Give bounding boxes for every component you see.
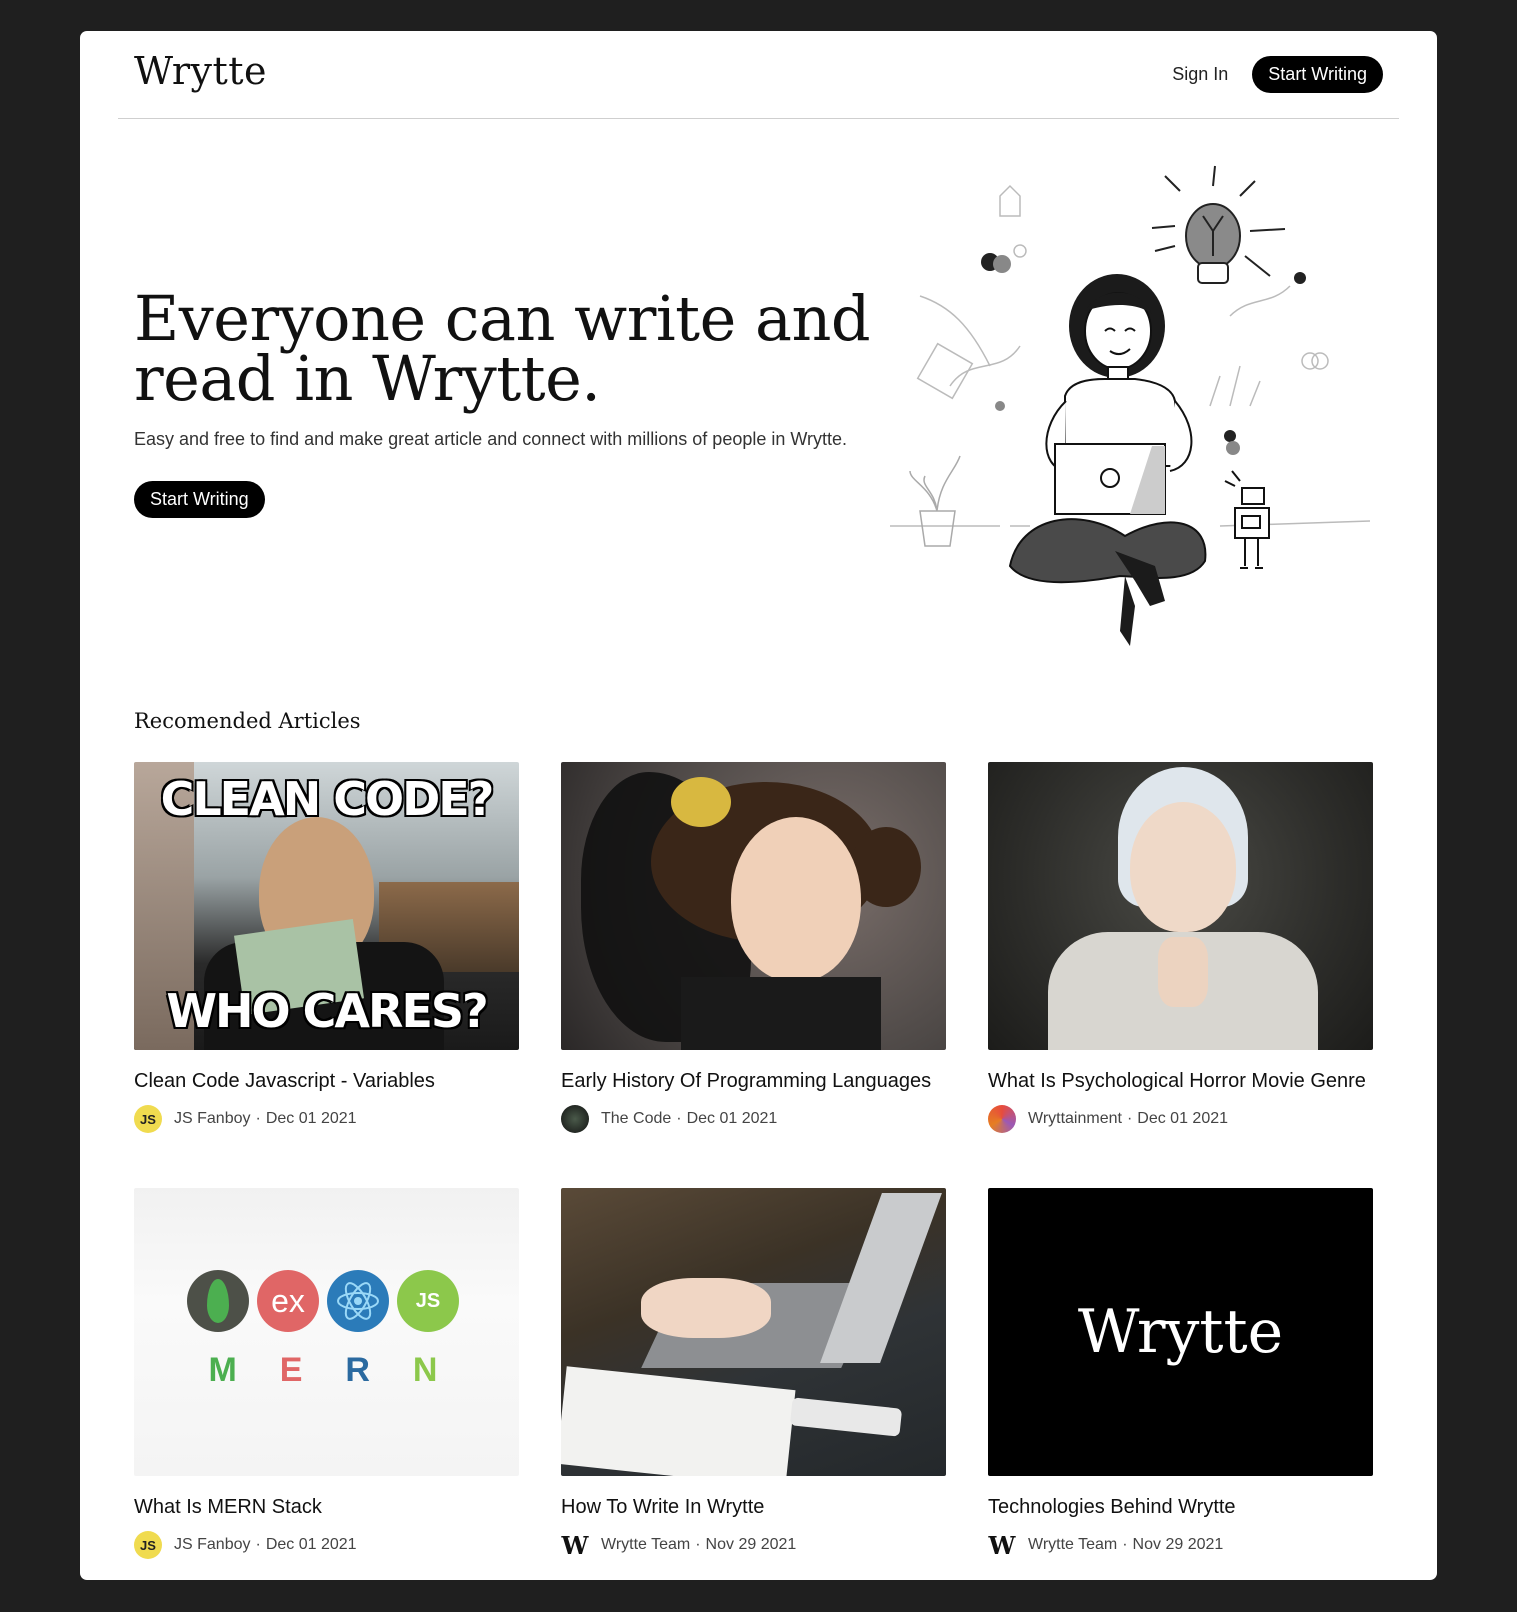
article-title[interactable]: What Is Psychological Horror Movie Genre <box>988 1070 1373 1093</box>
logo[interactable]: Wrytte <box>134 49 267 93</box>
article-date: Nov 29 2021 <box>1132 1536 1224 1553</box>
meta-separator: · <box>1122 1536 1128 1553</box>
mern-m: M <box>208 1351 237 1389</box>
article-date: Dec 01 2021 <box>265 1110 357 1127</box>
react-icon <box>327 1270 389 1332</box>
meta-separator: · <box>255 1110 261 1127</box>
header-start-writing-button[interactable]: Start Writing <box>1252 56 1383 93</box>
article-title[interactable]: Technologies Behind Wrytte <box>988 1496 1373 1519</box>
meme-text-top: CLEAN CODE? <box>160 772 495 826</box>
meta-separator: · <box>255 1536 261 1553</box>
author-avatar: JS <box>134 1105 162 1133</box>
top-header: Wrytte Sign In Start Writing <box>118 31 1399 119</box>
article-card[interactable]: How To Write In Wrytte W Wrytte Team · N… <box>561 1188 946 1560</box>
article-meta: The Code · Dec 01 2021 <box>561 1105 946 1133</box>
article-title[interactable]: What Is MERN Stack <box>134 1496 519 1519</box>
article-thumbnail[interactable] <box>561 1188 946 1476</box>
article-thumbnail[interactable]: ex JS M E R N <box>134 1188 519 1476</box>
author-avatar: W <box>561 1530 589 1560</box>
article-date: Dec 01 2021 <box>265 1536 357 1553</box>
mern-n: N <box>412 1351 438 1389</box>
plant-icon <box>909 455 961 547</box>
article-card[interactable]: ex JS M E R N What Is MERN Stack JS JS F… <box>134 1188 519 1559</box>
article-meta: JS JS Fanboy · Dec 01 2021 <box>134 1531 519 1559</box>
author-name[interactable]: The Code <box>601 1110 671 1128</box>
article-card[interactable]: What Is Psychological Horror Movie Genre… <box>988 762 1373 1133</box>
article-title[interactable]: How To Write In Wrytte <box>561 1496 946 1519</box>
sign-in-link[interactable]: Sign In <box>1172 64 1228 85</box>
author-avatar: JS <box>134 1531 162 1559</box>
article-thumbnail[interactable]: CLEAN CODE? WHO CARES? <box>134 762 519 1050</box>
article-meta: Wryttainment · Dec 01 2021 <box>988 1105 1373 1133</box>
author-avatar: W <box>988 1530 1016 1560</box>
mern-e: E <box>279 1351 303 1389</box>
express-icon: ex <box>257 1270 319 1332</box>
hero-title: Everyone can write and read in Wrytte. <box>134 282 894 415</box>
article-date: Dec 01 2021 <box>1137 1110 1229 1127</box>
meta-separator: · <box>695 1536 701 1553</box>
hero-title-line-1: Everyone can write and <box>134 282 871 355</box>
author-name[interactable]: Wrytte Team <box>601 1536 690 1554</box>
article-thumbnail[interactable] <box>988 762 1373 1050</box>
article-meta: JS JS Fanboy · Dec 01 2021 <box>134 1105 519 1133</box>
author-name[interactable]: Wryttainment <box>1028 1110 1122 1128</box>
section-title: Recomended Articles <box>134 709 361 733</box>
lightbulb-icon <box>1151 165 1286 284</box>
meta-separator: · <box>676 1110 682 1127</box>
meta-separator: · <box>1126 1110 1133 1127</box>
mern-letters: M E R N <box>187 1351 459 1390</box>
article-meta: W Wrytte Team · Nov 29 2021 <box>988 1530 1373 1560</box>
hero-subtitle: Easy and free to find and make great art… <box>134 429 848 449</box>
woman-figure <box>1008 274 1207 646</box>
article-date: Dec 01 2021 <box>686 1110 778 1127</box>
article-meta: W Wrytte Team · Nov 29 2021 <box>561 1530 946 1560</box>
article-thumbnail[interactable] <box>561 762 946 1050</box>
page-card: Wrytte Sign In Start Writing Everyone ca… <box>80 31 1437 1580</box>
article-thumbnail[interactable]: Wrytte <box>988 1188 1373 1476</box>
author-name[interactable]: JS Fanboy <box>174 1110 250 1128</box>
mongodb-icon <box>187 1270 249 1332</box>
robot-icon <box>1224 470 1270 569</box>
mern-r: R <box>345 1351 370 1389</box>
hero-title-line-2: read in Wrytte. <box>134 342 601 415</box>
header-nav: Sign In Start Writing <box>1172 56 1383 93</box>
meme-text-bottom: WHO CARES? <box>166 984 488 1038</box>
hero-start-writing-button[interactable]: Start Writing <box>134 481 265 518</box>
nodejs-icon: JS <box>397 1270 459 1332</box>
author-avatar <box>561 1105 589 1133</box>
article-card[interactable]: CLEAN CODE? WHO CARES? Clean Code Javasc… <box>134 762 519 1133</box>
author-avatar <box>988 1105 1016 1133</box>
thumbnail-logo: Wrytte <box>1077 1297 1284 1367</box>
article-title[interactable]: Early History Of Programming Languages <box>561 1070 946 1093</box>
article-card[interactable]: Early History Of Programming Languages T… <box>561 762 946 1133</box>
author-name[interactable]: Wrytte Team <box>1028 1536 1117 1554</box>
author-name[interactable]: JS Fanboy <box>174 1536 250 1554</box>
woman-with-laptop-illustration <box>890 165 1371 646</box>
article-card[interactable]: Wrytte Technologies Behind Wrytte W Wryt… <box>988 1188 1373 1560</box>
article-title[interactable]: Clean Code Javascript - Variables <box>134 1070 519 1093</box>
article-date: Nov 29 2021 <box>705 1536 797 1553</box>
